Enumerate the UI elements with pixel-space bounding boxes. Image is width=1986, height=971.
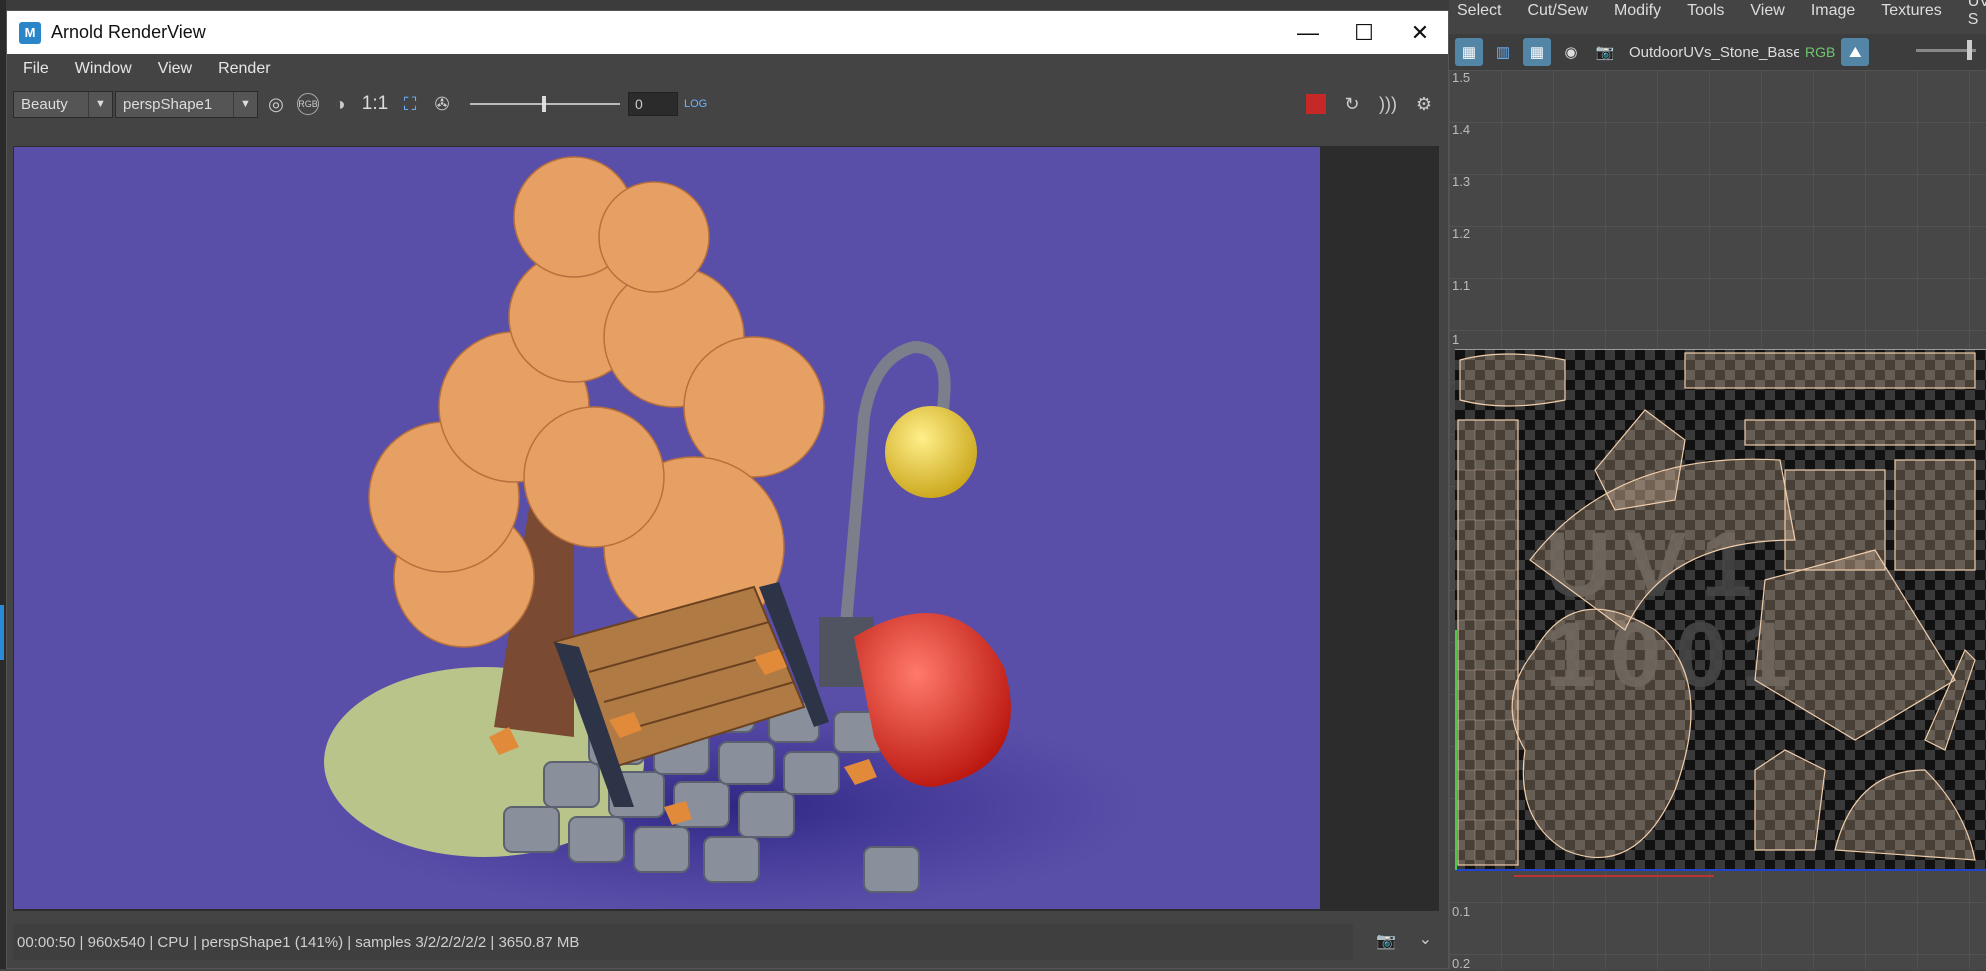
frame-icon[interactable]: ⛶ [394,88,426,120]
window-title: Arnold RenderView [51,22,206,42]
checker-icon[interactable]: ◑ [324,88,356,120]
uv-u-axis [1514,875,1714,877]
rgb-channel-icon[interactable]: RGB [1805,44,1835,60]
refresh-icon[interactable]: ↻ [1336,88,1368,120]
render-image[interactable] [14,147,1320,909]
stop-render-icon[interactable] [1300,88,1332,120]
uv-axis-label: 1.4 [1452,122,1471,137]
arnold-renderview-window: M Arnold RenderView — ☐ ✕ File Window Vi… [6,10,1449,969]
uv-axis-label: 1.2 [1452,226,1471,241]
menu-view[interactable]: View [158,60,192,78]
aov-value: Beauty [21,95,68,113]
aperture-icon[interactable]: ✇ [426,88,458,120]
uv-menu-tools[interactable]: Tools [1687,2,1724,20]
menu-render[interactable]: Render [218,60,270,78]
uv-menu-textures[interactable]: Textures [1881,2,1941,20]
uv-menu-image[interactable]: Image [1811,2,1855,20]
uv-shells[interactable] [1455,350,1986,872]
ratio-button[interactable]: 1:1 [356,93,394,115]
render-controls: ↻ ))) ⚙ [1300,88,1440,120]
title-bar[interactable]: M Arnold RenderView — ☐ ✕ [7,11,1448,54]
display-mode-icon[interactable]: ◉ [1557,38,1585,66]
uv-editor-panel: Select Cut/Sew Modify Tools View Image T… [1449,0,1986,971]
uv-axis-label: 0.1 [1452,904,1471,919]
uv-viewport[interactable]: 1.5 1.4 1.3 1.2 1.1 1 0.1 0.2 UV1 1001 [1449,70,1986,971]
chevron-down-icon[interactable]: ⌄ [1419,929,1432,949]
uv-menu-modify[interactable]: Modify [1614,2,1661,20]
uv-editor-menubar: Select Cut/Sew Modify Tools View Image T… [1449,0,1986,28]
uv-axis-label: 1.1 [1452,278,1471,293]
close-icon[interactable]: ✕ [1392,11,1448,54]
menubar: File Window View Render [7,54,1448,84]
exposure-input[interactable] [628,92,678,116]
maya-app-icon: M [19,21,41,44]
render-area [13,146,1439,911]
maya-left-accent [0,605,4,660]
uv-menu-view[interactable]: View [1750,2,1784,20]
uv-v-axis [1455,630,1457,870]
uv-shell-icon[interactable]: ▦ [1523,38,1551,66]
exposure-slider[interactable] [470,94,620,114]
uv-editor-toolbar: ▦ ▥ ▦ ◉ 📷 OutdoorUVs_Stone_Base RGB ⛰ [1449,34,1986,70]
camera-dropdown[interactable]: perspShape1 ▼ [115,90,258,118]
render-region-icon[interactable]: ◎ [260,88,292,120]
rgb-channels-icon[interactable]: RGB [297,93,319,115]
snapshot-icon[interactable]: 📷 [1376,931,1396,951]
uv-axis-label: 1.3 [1452,174,1471,189]
uv-menu-select[interactable]: Select [1457,2,1501,20]
image-display-icon[interactable]: ⛰ [1841,38,1870,66]
status-bar: 00:00:50 | 960x540 | CPU | perspShape1 (… [13,924,1353,960]
menu-file[interactable]: File [23,60,49,78]
uv-axis-label: 1.5 [1452,70,1471,85]
maximize-icon[interactable]: ☐ [1336,11,1392,54]
grid-view-icon[interactable]: ▦ [1455,38,1483,66]
aov-dropdown[interactable]: Beauty ▼ [13,90,113,118]
rendered-scene [314,156,1154,909]
toolbar: Beauty ▼ perspShape1 ▼ ◎ RGB ◑ 1:1 ⛶ ✇ L… [7,84,1448,124]
texture-name-field[interactable]: OutdoorUVs_Stone_Base [1629,44,1799,61]
render-status-text: 00:00:50 | 960x540 | CPU | perspShape1 (… [17,933,580,951]
chevron-down-icon: ▼ [233,91,257,117]
interactive-render-icon[interactable]: ))) [1372,88,1404,120]
camera-icon[interactable]: 📷 [1591,38,1619,66]
uv-menu-cut-sew[interactable]: Cut/Sew [1527,2,1587,20]
slider-thumb[interactable] [542,96,546,112]
gear-icon[interactable]: ⚙ [1408,88,1440,120]
camera-value: perspShape1 [123,95,213,113]
log-icon[interactable]: LOG [684,98,707,110]
uv-tile-1001: UV1 1001 [1455,349,1986,871]
uv-brightness-slider[interactable] [1916,40,1976,60]
grid-toggle-icon[interactable]: ▥ [1489,38,1517,66]
uv-axis-label: 1 [1452,332,1460,347]
menu-window[interactable]: Window [75,60,132,78]
uv-menu-uv-sets[interactable]: UV S [1968,0,1986,29]
minimize-icon[interactable]: — [1280,11,1336,54]
chevron-down-icon: ▼ [88,91,112,117]
